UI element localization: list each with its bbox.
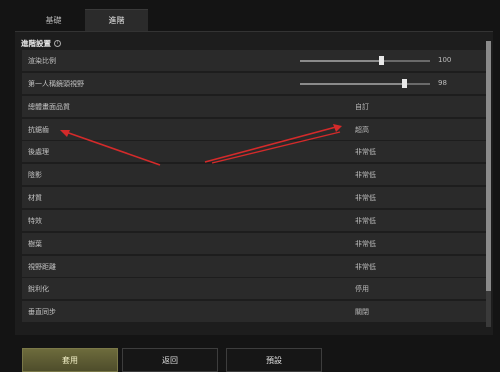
- settings-list: 渲染比例 100 第一人稱鏡頭視野 98 總體畫面品質 自訂 抗鋸齒 超高 後處理 非常低 陰影 非常…: [22, 50, 488, 336]
- section-header: 進階設置 i: [21, 38, 61, 49]
- setting-label: 渲染比例: [28, 57, 56, 65]
- back-button[interactable]: 返回: [122, 348, 218, 372]
- setting-row[interactable]: 第一人稱鏡頭視野 98: [22, 72, 488, 94]
- setting-slider[interactable]: [300, 56, 430, 65]
- setting-label: 垂直同步: [28, 308, 56, 317]
- setting-value-selector[interactable]: 自訂: [355, 102, 415, 112]
- slider-value: 98: [438, 78, 447, 87]
- setting-label: 陰影: [28, 171, 42, 180]
- setting-row[interactable]: 視野距離 非常低: [22, 255, 488, 277]
- slider-value: 100: [438, 56, 452, 64]
- slider-fill: [300, 82, 404, 85]
- setting-row[interactable]: 特效 非常低: [22, 209, 488, 231]
- setting-slider[interactable]: [300, 78, 430, 88]
- setting-label: 銳利化: [28, 285, 49, 294]
- setting-label: 材質: [28, 194, 42, 203]
- slider-thumb[interactable]: [378, 56, 384, 65]
- default-button[interactable]: 預設: [226, 348, 322, 372]
- setting-value-selector[interactable]: 非常低: [355, 193, 415, 203]
- setting-row[interactable]: 垂直同步 關閉: [22, 301, 488, 323]
- setting-row[interactable]: 材質 非常低: [22, 187, 488, 209]
- setting-label: 後處理: [28, 148, 49, 157]
- tab-bar: 基礎 進階: [22, 9, 148, 31]
- slider-thumb[interactable]: [402, 78, 407, 88]
- setting-value-selector[interactable]: 非常低: [355, 147, 415, 157]
- setting-label: 抗鋸齒: [28, 125, 49, 134]
- setting-label: 第一人稱鏡頭視野: [28, 79, 84, 88]
- slider-fill: [300, 60, 381, 62]
- setting-value-selector[interactable]: 非常低: [355, 239, 415, 249]
- setting-row[interactable]: 抗鋸齒 超高: [22, 118, 488, 140]
- setting-row[interactable]: 陰影 非常低: [22, 164, 488, 186]
- setting-value-selector[interactable]: 關閉: [355, 307, 415, 317]
- setting-value-selector[interactable]: 停用: [355, 284, 415, 294]
- settings-panel: 進階設置 i 渲染比例 100 第一人稱鏡頭視野 98 總體畫面品質 自訂抗鋸齒 超高後處理…: [15, 31, 493, 335]
- info-icon[interactable]: i: [54, 40, 61, 47]
- setting-value-selector[interactable]: 非常低: [355, 262, 415, 272]
- setting-value-selector[interactable]: 超高: [355, 125, 415, 135]
- apply-button[interactable]: 套用: [22, 348, 118, 372]
- setting-label: 視野距離: [28, 262, 56, 271]
- setting-row[interactable]: 總體畫面品質 自訂: [22, 95, 488, 117]
- setting-value-selector[interactable]: 非常低: [355, 216, 415, 226]
- setting-row[interactable]: 樹葉 非常低: [22, 232, 488, 254]
- setting-row[interactable]: 後處理 非常低: [22, 141, 488, 163]
- setting-label: 樹葉: [28, 239, 42, 248]
- setting-value-selector[interactable]: 非常低: [355, 170, 415, 180]
- setting-label: 特效: [28, 216, 42, 225]
- section-title: 進階設置: [21, 39, 51, 48]
- scrollbar-thumb[interactable]: [486, 41, 491, 291]
- setting-row[interactable]: 渲染比例 100: [22, 50, 488, 71]
- scrollbar[interactable]: [486, 41, 491, 327]
- setting-row[interactable]: 銳利化 停用: [22, 278, 488, 300]
- tab-advanced[interactable]: 進階: [85, 9, 148, 31]
- tab-basic[interactable]: 基礎: [22, 9, 85, 31]
- setting-label: 總體畫面品質: [28, 102, 70, 111]
